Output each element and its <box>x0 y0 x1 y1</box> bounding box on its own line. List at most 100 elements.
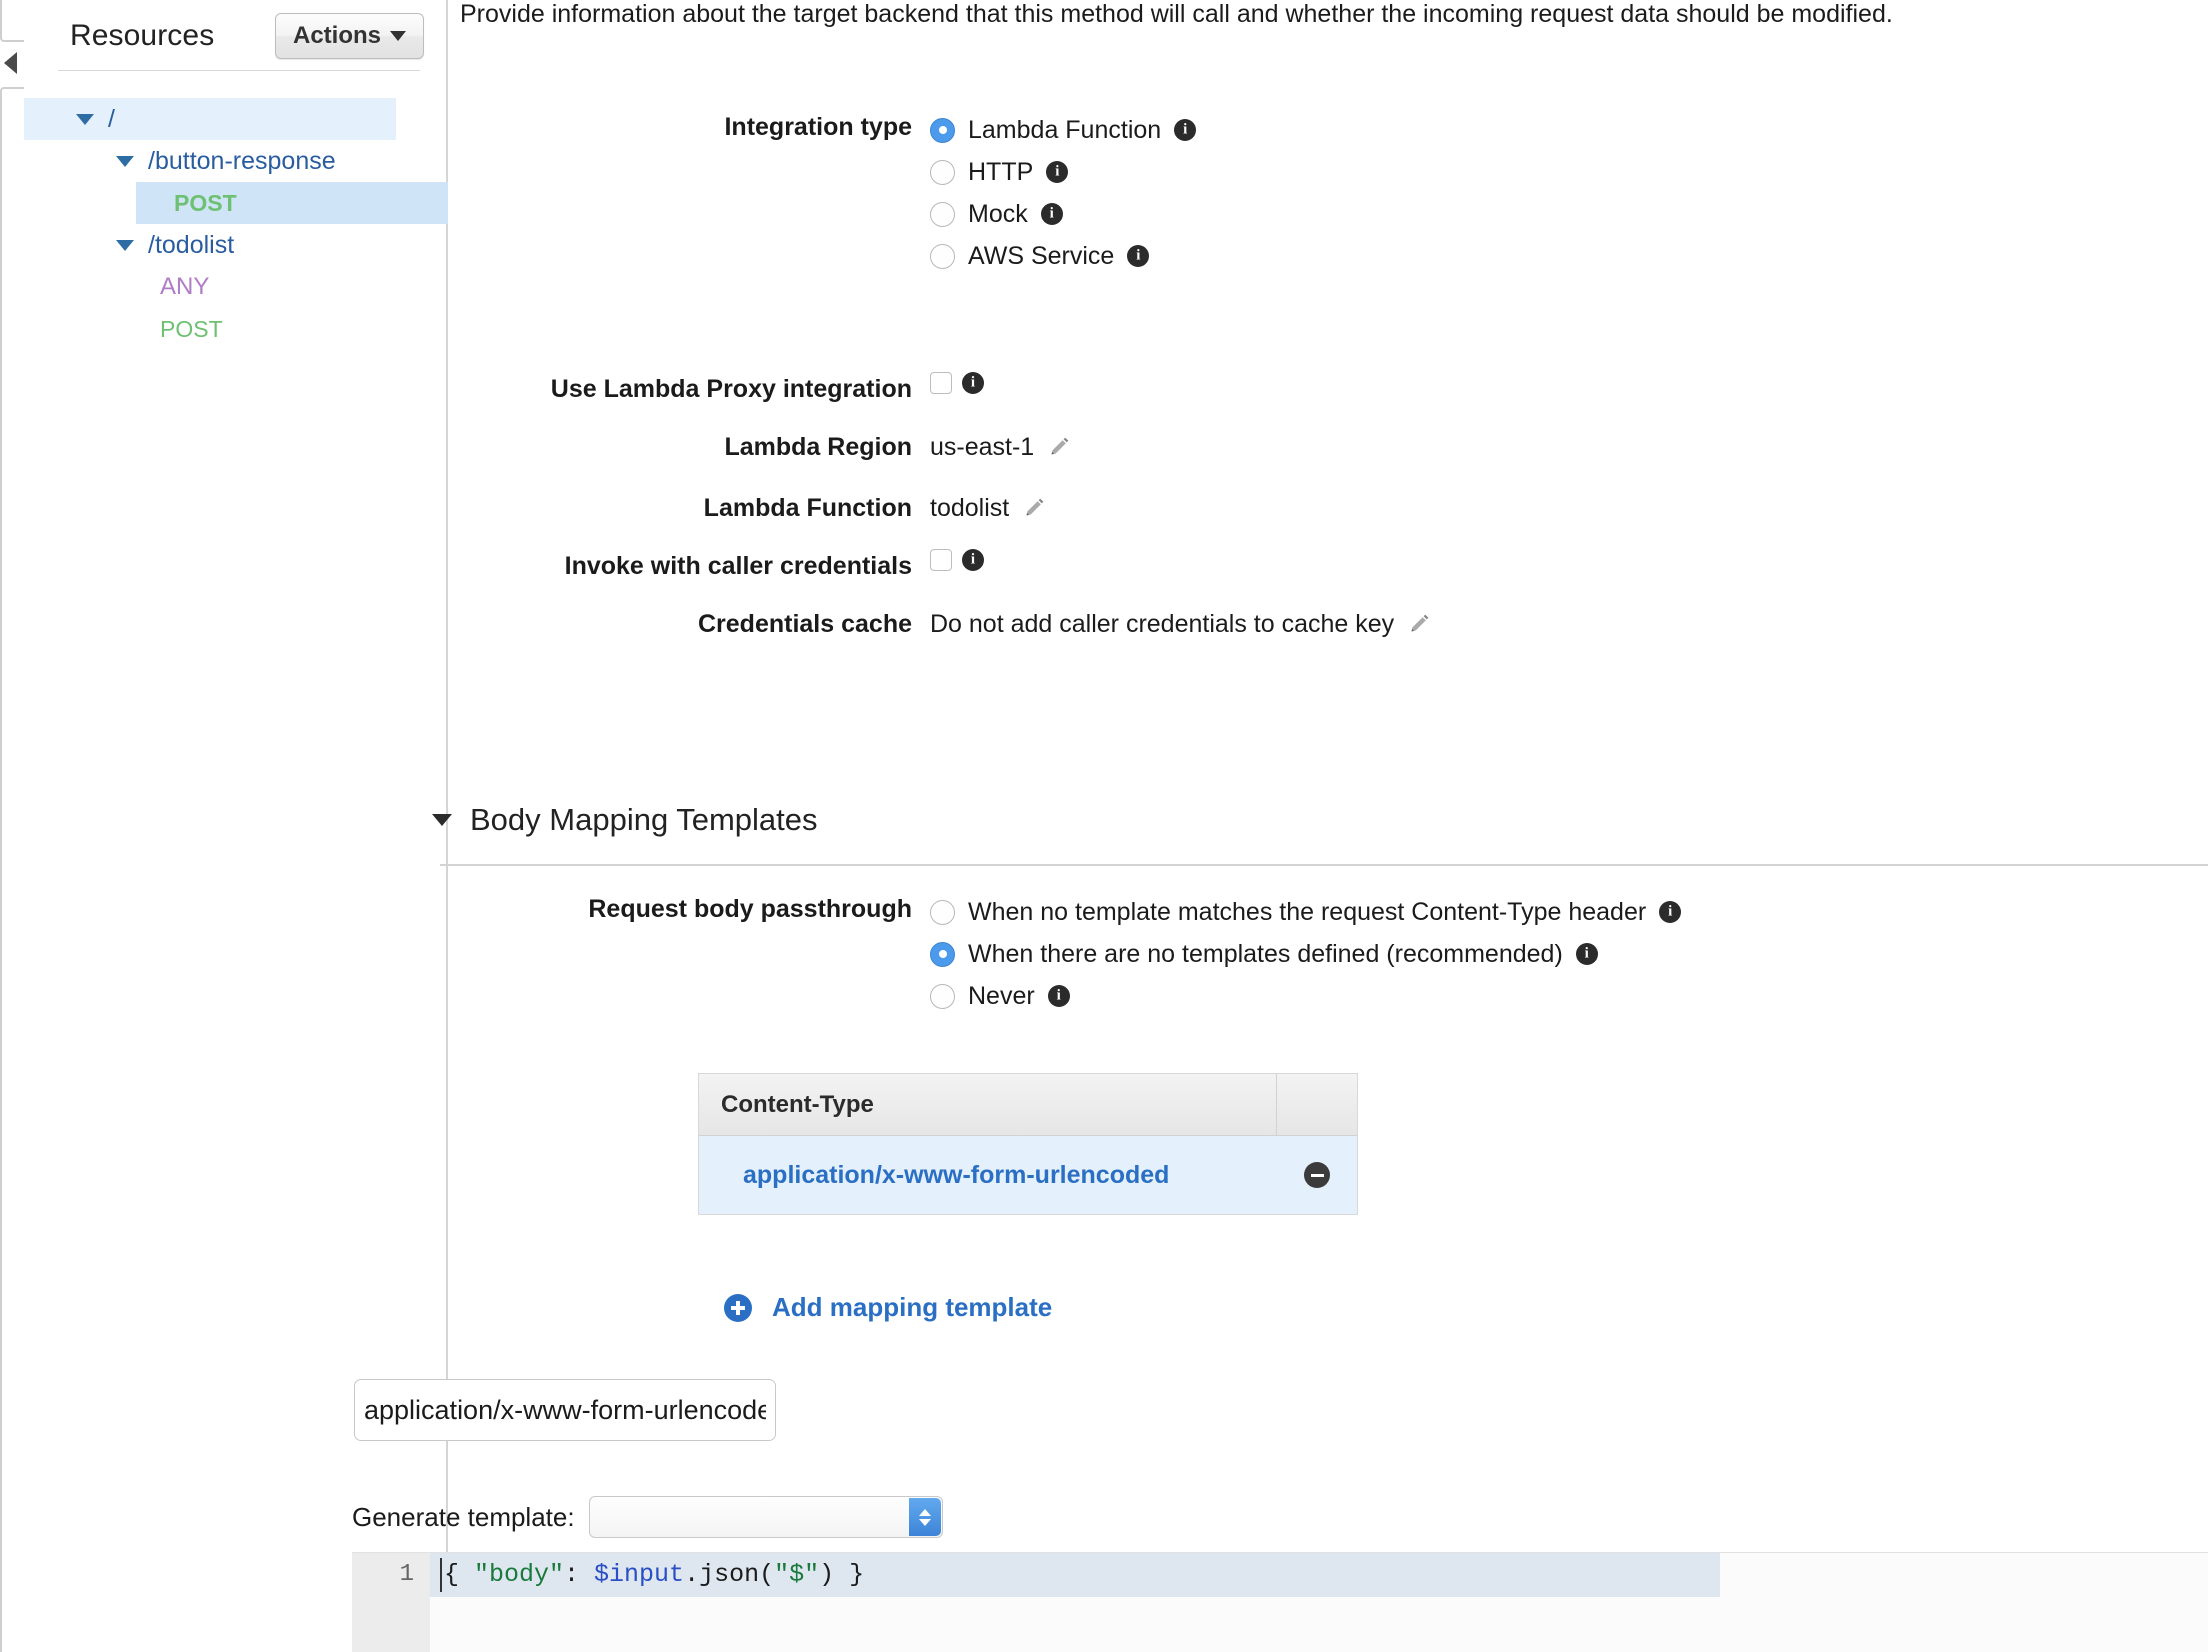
radio-label: When there are no templates defined (rec… <box>968 940 1563 968</box>
radio-label: When no template matches the request Con… <box>968 898 1647 926</box>
field-integration-type: Integration type Lambda Function i HTTP … <box>450 110 1197 276</box>
lambda-proxy-label: Use Lambda Proxy integration <box>550 375 912 403</box>
lambda-region-label: Lambda Region <box>724 433 912 461</box>
radio-mock[interactable] <box>930 201 955 227</box>
editor-code-line[interactable]: { "body": $input.json("$") } <box>444 1560 864 1589</box>
radio-when-no-template-matches[interactable] <box>930 899 955 925</box>
info-icon[interactable]: i <box>1047 985 1070 1007</box>
lambda-region-value: us-east-1 <box>930 433 1035 461</box>
tree-item-method-post-todolist[interactable]: POST <box>24 308 448 350</box>
radio-label: HTTP <box>968 158 1034 186</box>
sidebar-title: Resources <box>70 19 215 52</box>
content-type-input[interactable] <box>354 1379 776 1441</box>
tree-item-label: / <box>108 104 115 133</box>
mapping-template-editor[interactable]: 1 { "body": $input.json("$") } <box>352 1552 2208 1652</box>
section-title: Body Mapping Templates <box>470 802 818 837</box>
caret-down-icon[interactable] <box>432 814 452 826</box>
body-mapping-templates-header[interactable]: Body Mapping Templates <box>432 802 818 838</box>
info-icon[interactable]: i <box>1127 245 1150 267</box>
chevron-down-icon <box>918 1518 931 1526</box>
info-icon[interactable]: i <box>1046 161 1069 183</box>
info-icon[interactable]: i <box>962 372 984 394</box>
pencil-icon[interactable] <box>1022 496 1046 520</box>
resources-tree: / /button-response POST /todolist ANY PO… <box>24 98 448 350</box>
radio-never[interactable] <box>930 983 955 1009</box>
pencil-icon[interactable] <box>1047 435 1071 459</box>
field-caller-credentials: Invoke with caller credentials i <box>450 549 984 583</box>
field-credentials-cache: Credentials cache Do not add caller cred… <box>450 607 1431 641</box>
radio-option-no-template-matches[interactable]: When no template matches the request Con… <box>930 892 1682 932</box>
api-gateway-integration-request-page: Resources Actions / /button-response POS… <box>0 0 2208 1652</box>
intro-description: Provide information about the target bac… <box>460 0 1893 28</box>
editor-line-number: 1 <box>399 1561 414 1588</box>
tree-item-method-post-button-response[interactable]: POST <box>136 182 448 224</box>
caret-down-icon[interactable] <box>116 239 134 251</box>
field-lambda-proxy: Use Lambda Proxy integration i <box>450 372 984 406</box>
radio-label: Mock <box>968 200 1028 228</box>
lambda-function-label: Lambda Function <box>703 494 912 522</box>
column-header-actions <box>1277 1074 1357 1135</box>
credentials-cache-label: Credentials cache <box>698 610 912 638</box>
section-divider <box>440 864 2208 866</box>
field-lambda-region: Lambda Region us-east-1 <box>450 430 1071 464</box>
radio-option-mock[interactable]: Mock i <box>930 194 1063 234</box>
generate-template-select[interactable] <box>588 1496 943 1538</box>
add-mapping-template-label: Add mapping template <box>772 1292 1053 1322</box>
lambda-function-value: todolist <box>930 494 1010 522</box>
tree-item-method-any-todolist[interactable]: ANY <box>24 266 448 308</box>
tree-item-label: /button-response <box>148 146 336 175</box>
field-lambda-function: Lambda Function todolist <box>450 491 1046 525</box>
radio-option-never[interactable]: Never i <box>930 976 1070 1016</box>
collapse-left-arrow-icon[interactable] <box>4 52 17 74</box>
caret-down-icon[interactable] <box>76 113 94 125</box>
tree-item-todolist[interactable]: /todolist <box>24 224 448 266</box>
info-icon[interactable]: i <box>1040 203 1063 225</box>
radio-lambda-function[interactable] <box>930 117 955 143</box>
select-stepper-icon <box>908 1498 941 1536</box>
minus-circle-icon[interactable] <box>1304 1162 1330 1188</box>
tree-item-root[interactable]: / <box>24 98 396 140</box>
checkbox-lambda-proxy[interactable] <box>930 372 952 394</box>
checkbox-caller-credentials[interactable] <box>930 549 952 571</box>
radio-option-http[interactable]: HTTP i <box>930 152 1069 192</box>
radio-label: Lambda Function <box>968 116 1162 144</box>
info-icon[interactable]: i <box>1174 119 1197 141</box>
generate-template-row: Generate template: <box>352 1496 943 1538</box>
editor-caret <box>440 1558 442 1592</box>
chevron-down-icon <box>390 31 406 41</box>
radio-when-no-templates-defined[interactable] <box>930 941 955 967</box>
radio-http[interactable] <box>930 159 955 185</box>
info-icon[interactable]: i <box>1659 901 1682 923</box>
panel-collapse-rail <box>0 0 114 1652</box>
info-icon[interactable]: i <box>1575 943 1598 965</box>
info-icon[interactable]: i <box>962 549 984 571</box>
plus-circle-icon <box>724 1293 752 1322</box>
generate-template-label: Generate template: <box>352 1501 575 1532</box>
caller-credentials-label: Invoke with caller credentials <box>564 552 912 580</box>
content-type-link[interactable]: application/x-www-form-urlencoded <box>699 1161 1277 1190</box>
integration-request-main: Provide information about the target bac… <box>352 0 2208 1652</box>
sidebar-header: Resources Actions <box>24 0 446 72</box>
radio-label: AWS Service <box>968 242 1115 270</box>
radio-option-no-templates-defined[interactable]: When there are no templates defined (rec… <box>930 934 1598 974</box>
table-row[interactable]: application/x-www-form-urlencoded <box>699 1136 1357 1214</box>
tree-item-method-label: POST <box>174 189 237 216</box>
tree-item-label: /todolist <box>148 230 235 259</box>
tree-item-method-label: ANY <box>160 273 210 300</box>
credentials-cache-value: Do not add caller credentials to cache k… <box>930 610 1395 638</box>
radio-option-aws-service[interactable]: AWS Service i <box>930 236 1150 276</box>
caret-down-icon[interactable] <box>116 155 134 167</box>
radio-option-lambda-function[interactable]: Lambda Function i <box>930 110 1197 150</box>
mapping-templates-table: Content-Type application/x-www-form-urle… <box>698 1073 1358 1215</box>
sidebar-divider <box>58 70 420 71</box>
editor-gutter: 1 <box>352 1553 430 1652</box>
chevron-up-icon <box>918 1508 931 1516</box>
add-mapping-template-button[interactable]: Add mapping template <box>724 1292 1052 1323</box>
actions-button[interactable]: Actions <box>274 13 424 59</box>
tree-item-method-label: POST <box>160 315 223 342</box>
pencil-icon[interactable] <box>1407 612 1431 636</box>
column-header-content-type: Content-Type <box>699 1074 1277 1135</box>
integration-type-label: Integration type <box>724 113 912 141</box>
radio-aws-service[interactable] <box>930 243 955 269</box>
tree-item-button-response[interactable]: /button-response <box>24 140 448 182</box>
